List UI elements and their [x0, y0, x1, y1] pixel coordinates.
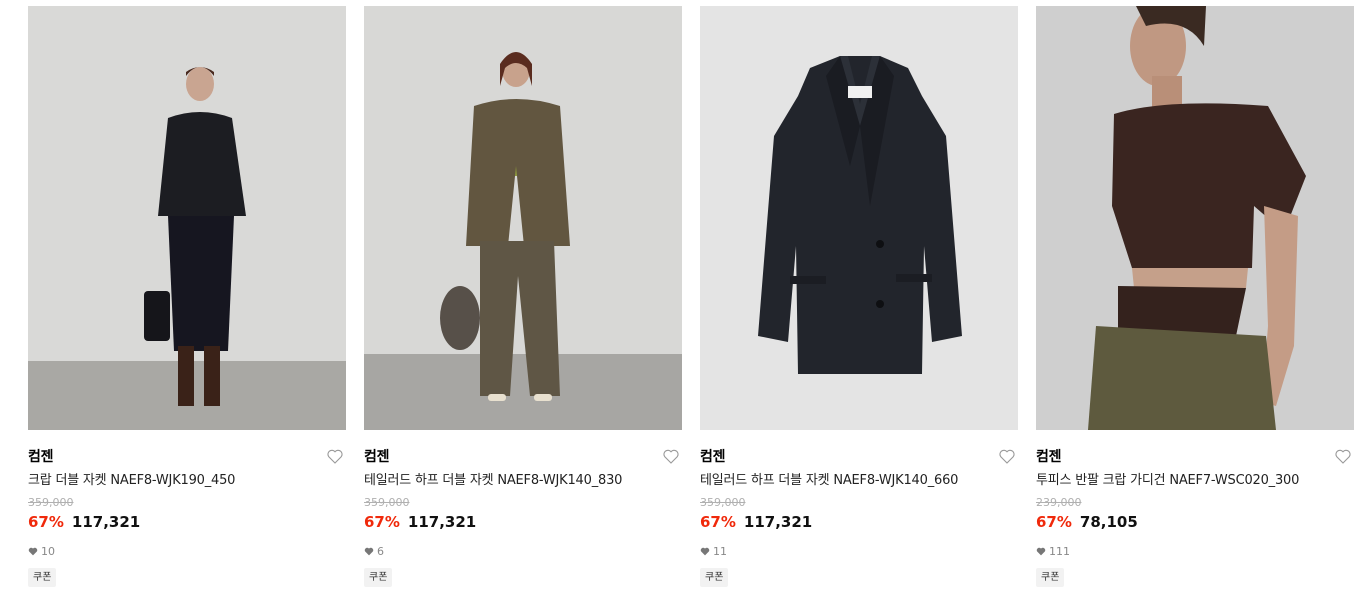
- product-image[interactable]: [1036, 6, 1354, 430]
- coupon-badge: 쿠폰: [700, 568, 729, 587]
- discount-rate: 67%: [1036, 513, 1072, 531]
- like-count: 11: [700, 544, 1018, 558]
- sale-price: 117,321: [743, 513, 813, 531]
- like-count: 6: [364, 544, 682, 558]
- wishlist-heart-icon[interactable]: [662, 447, 680, 465]
- product-photo: [364, 6, 682, 430]
- product-card[interactable]: 컴젠 투피스 반팔 크랍 가디건 NAEF7-WSC020_300 239,00…: [1036, 6, 1354, 587]
- brand-name[interactable]: 컴젠: [364, 446, 389, 466]
- like-count-value: 6: [377, 544, 384, 558]
- sale-price: 117,321: [407, 513, 477, 531]
- product-photo: [700, 6, 1018, 430]
- product-photo: [28, 6, 346, 430]
- coupon-badge: 쿠폰: [364, 568, 393, 587]
- discount-rate: 67%: [28, 513, 64, 531]
- brand-name[interactable]: 컴젠: [28, 446, 53, 466]
- product-card[interactable]: 컴젠 크랍 더블 자켓 NAEF8-WJK190_450 359,000 67%…: [28, 6, 346, 587]
- product-card[interactable]: 컴젠 테일러드 하프 더블 자켓 NAEF8-WJK140_830 359,00…: [364, 6, 682, 587]
- brand-name[interactable]: 컴젠: [700, 446, 725, 466]
- heart-filled-icon: [364, 547, 374, 555]
- wishlist-heart-icon[interactable]: [326, 447, 344, 465]
- product-image[interactable]: [700, 6, 1018, 430]
- product-image[interactable]: [28, 6, 346, 430]
- like-count-value: 11: [713, 544, 727, 558]
- like-count-value: 111: [1049, 544, 1070, 558]
- like-count-value: 10: [41, 544, 55, 558]
- brand-name[interactable]: 컴젠: [1036, 446, 1061, 466]
- product-photo: [1036, 6, 1354, 430]
- heart-filled-icon: [700, 547, 710, 555]
- sale-price: 78,105: [1079, 513, 1138, 531]
- wishlist-heart-icon[interactable]: [998, 447, 1016, 465]
- product-card[interactable]: 컴젠 테일러드 하프 더블 자켓 NAEF8-WJK140_660 359,00…: [700, 6, 1018, 587]
- heart-filled-icon: [28, 547, 38, 555]
- like-count: 111: [1036, 544, 1354, 558]
- discount-rate: 67%: [364, 513, 400, 531]
- product-title[interactable]: 투피스 반팔 크랍 가디건 NAEF7-WSC020_300: [1036, 472, 1354, 490]
- original-price: 359,000: [364, 496, 410, 509]
- product-title[interactable]: 테일러드 하프 더블 자켓 NAEF8-WJK140_660: [700, 472, 1018, 490]
- like-count: 10: [28, 544, 346, 558]
- original-price: 359,000: [700, 496, 746, 509]
- heart-filled-icon: [1036, 547, 1046, 555]
- product-grid: 컴젠 크랍 더블 자켓 NAEF8-WJK190_450 359,000 67%…: [28, 6, 1354, 587]
- original-price: 239,000: [1036, 496, 1082, 509]
- discount-rate: 67%: [700, 513, 736, 531]
- product-title[interactable]: 테일러드 하프 더블 자켓 NAEF8-WJK140_830: [364, 472, 682, 490]
- product-image[interactable]: [364, 6, 682, 430]
- sale-price: 117,321: [71, 513, 141, 531]
- product-title[interactable]: 크랍 더블 자켓 NAEF8-WJK190_450: [28, 472, 346, 490]
- wishlist-heart-icon[interactable]: [1334, 447, 1352, 465]
- original-price: 359,000: [28, 496, 74, 509]
- coupon-badge: 쿠폰: [28, 568, 57, 587]
- coupon-badge: 쿠폰: [1036, 568, 1065, 587]
